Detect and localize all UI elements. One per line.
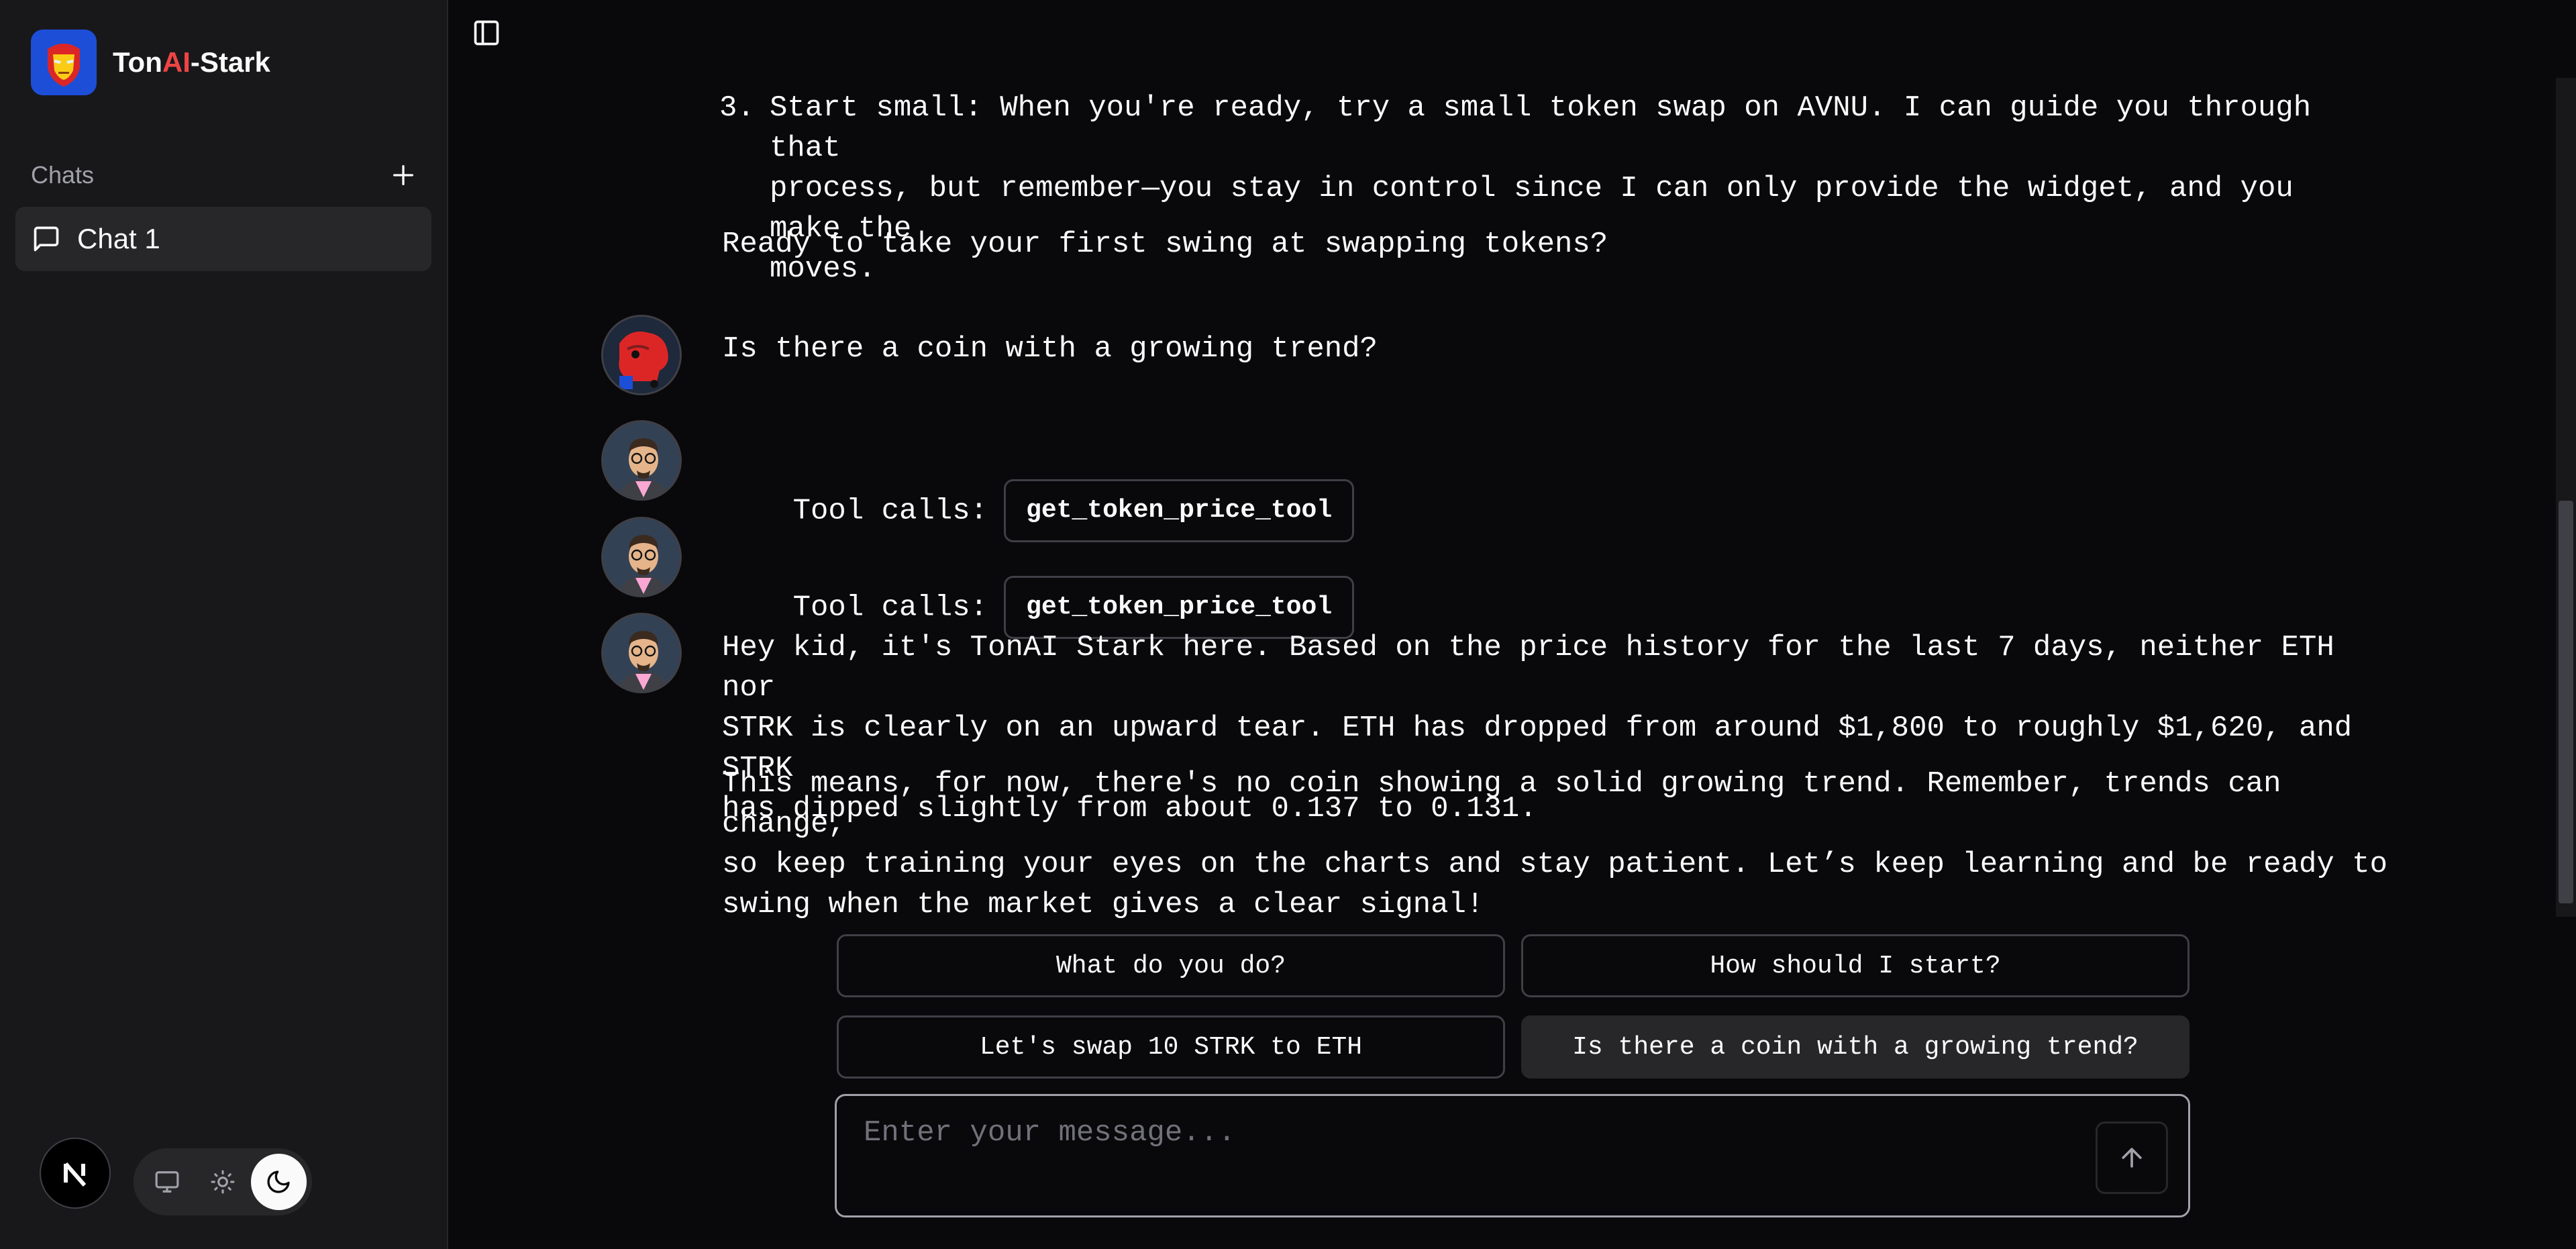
assistant-answer-paragraph-2: This means, for now, there's no coin sho… bbox=[722, 767, 2388, 921]
sidebar: TonAI-Stark Chats Chat 1 bbox=[0, 0, 448, 1249]
brand-name: TonAI-Stark bbox=[113, 46, 270, 78]
clipped-previous-text bbox=[719, 0, 2397, 27]
theme-dark-button[interactable] bbox=[250, 1154, 307, 1210]
tool-calls-label: Tool calls: bbox=[792, 494, 988, 528]
moon-icon bbox=[267, 1170, 290, 1193]
monitor-icon bbox=[155, 1171, 179, 1193]
message-composer bbox=[835, 1094, 2190, 1217]
list-item-number: 3. bbox=[719, 91, 755, 125]
assistant-message-text: Ready to take your first swing at swappi… bbox=[722, 228, 1608, 261]
theme-light-button[interactable] bbox=[195, 1154, 250, 1210]
plus-icon bbox=[393, 165, 413, 185]
sidebar-item-chat-1[interactable]: Chat 1 bbox=[15, 207, 431, 271]
chats-label: Chats bbox=[31, 161, 95, 189]
suggestion-button[interactable]: Let's swap 10 STRK to ETH bbox=[837, 1015, 1505, 1079]
ironman-logo-icon bbox=[31, 30, 97, 95]
nextjs-logo-icon[interactable] bbox=[40, 1138, 111, 1209]
assistant-avatar bbox=[601, 613, 682, 693]
suggestion-button[interactable]: Is there a coin with a growing trend? bbox=[1521, 1015, 2189, 1079]
chats-header: Chats bbox=[31, 158, 420, 192]
assistant-avatar bbox=[601, 420, 682, 501]
user-message-text: Is there a coin with a growing trend? bbox=[722, 332, 1378, 366]
brand[interactable]: TonAI-Stark bbox=[31, 30, 270, 95]
theme-system-button[interactable] bbox=[139, 1154, 195, 1210]
user-avatar bbox=[601, 315, 682, 395]
message-square-icon bbox=[34, 226, 59, 252]
sun-icon bbox=[211, 1170, 235, 1194]
tool-name-chip[interactable]: get_token_price_tool bbox=[1004, 479, 1355, 542]
new-chat-button[interactable] bbox=[387, 158, 420, 192]
chat-scrollbar[interactable] bbox=[2556, 78, 2576, 917]
suggestion-button[interactable]: How should I start? bbox=[1521, 934, 2189, 997]
message-input[interactable] bbox=[864, 1116, 2071, 1197]
tool-calls-label: Tool calls: bbox=[792, 591, 988, 625]
assistant-avatar bbox=[601, 517, 682, 597]
scrollbar-thumb[interactable] bbox=[2559, 501, 2573, 903]
theme-switcher bbox=[134, 1148, 312, 1215]
send-button[interactable] bbox=[2096, 1121, 2168, 1194]
arrow-up-icon bbox=[2122, 1148, 2142, 1168]
sidebar-item-label: Chat 1 bbox=[77, 223, 160, 254]
suggestion-button[interactable]: What do you do? bbox=[837, 934, 1505, 997]
